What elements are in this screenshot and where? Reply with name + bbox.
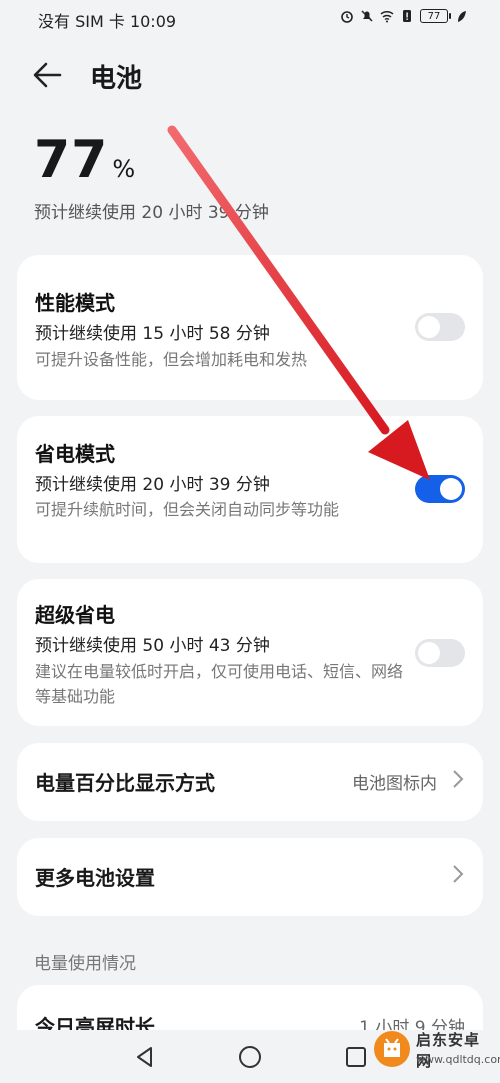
- arrow-left-icon: [33, 62, 62, 88]
- battery-level: 77%: [34, 130, 135, 190]
- watermark-logo-icon: [374, 1031, 410, 1067]
- status-carrier-time: 没有 SIM 卡 10:09: [38, 12, 177, 31]
- power-saving-mode-card[interactable]: 省电模式 预计继续使用 20 小时 39 分钟 可提升续航时间，但会关闭自动同步…: [17, 416, 483, 563]
- ultra-power-saving-toggle[interactable]: [415, 639, 465, 667]
- mode-title: 省电模式: [35, 442, 115, 466]
- performance-mode-card[interactable]: 性能模式 预计继续使用 15 小时 58 分钟 可提升设备性能，但会增加耗电和发…: [17, 255, 483, 400]
- mute-icon: [361, 10, 373, 22]
- wifi-icon: [380, 10, 394, 23]
- toggle-knob: [440, 478, 462, 500]
- recents-square-icon[interactable]: [343, 1044, 369, 1070]
- alarm-icon: [341, 11, 353, 23]
- chevron-right-icon: [453, 770, 464, 788]
- battery-icon: 77: [420, 9, 451, 23]
- power-saving-mode-toggle[interactable]: [415, 475, 465, 503]
- sim-alert-icon: [403, 10, 411, 22]
- toggle-knob: [418, 316, 440, 338]
- header: 电池: [0, 50, 500, 100]
- leaf-icon: [458, 11, 466, 22]
- mode-title: 性能模式: [35, 291, 115, 315]
- watermark-url: www.qdltdq.com: [416, 1053, 500, 1066]
- usage-section-label: 电量使用情况: [34, 954, 136, 974]
- battery-estimate: 预计继续使用 20 小时 39 分钟: [34, 203, 269, 223]
- row-value: 电池图标内: [352, 774, 437, 794]
- battery-percent-unit: %: [112, 155, 136, 183]
- chevron-right-icon: [453, 865, 464, 883]
- more-battery-settings-row[interactable]: 更多电池设置: [17, 838, 483, 916]
- mode-description: 建议在电量较低时开启，仅可使用电话、短信、网络等基础功能: [35, 662, 404, 706]
- home-circle-icon[interactable]: [237, 1044, 263, 1070]
- mode-description: 可提升续航时间，但会关闭自动同步等功能: [35, 500, 340, 519]
- mode-title: 超级省电: [35, 603, 115, 627]
- mode-estimate: 预计继续使用 20 小时 39 分钟: [35, 475, 270, 495]
- status-bar: 没有 SIM 卡 10:09 77: [0, 0, 500, 36]
- mode-description: 可提升设备性能，但会增加耗电和发热: [35, 350, 308, 369]
- back-button[interactable]: [30, 58, 66, 92]
- back-triangle-icon[interactable]: [132, 1044, 158, 1070]
- row-label: 电量百分比显示方式: [35, 771, 215, 795]
- mode-estimate: 预计继续使用 50 小时 43 分钟: [35, 636, 270, 656]
- watermark: 启东安卓网 www.qdltdq.com: [372, 1023, 500, 1079]
- battery-percent-display-row[interactable]: 电量百分比显示方式 电池图标内: [17, 743, 483, 821]
- status-icons: 77: [340, 9, 468, 23]
- page-title: 电池: [90, 64, 143, 94]
- ultra-power-saving-card[interactable]: 超级省电 预计继续使用 50 小时 43 分钟 建议在电量较低时开启，仅可使用电…: [17, 579, 483, 726]
- toggle-knob: [418, 642, 440, 664]
- battery-percent-value: 77: [34, 130, 109, 190]
- mode-estimate: 预计继续使用 15 小时 58 分钟: [35, 324, 270, 344]
- performance-mode-toggle[interactable]: [415, 313, 465, 341]
- row-label: 更多电池设置: [35, 866, 155, 890]
